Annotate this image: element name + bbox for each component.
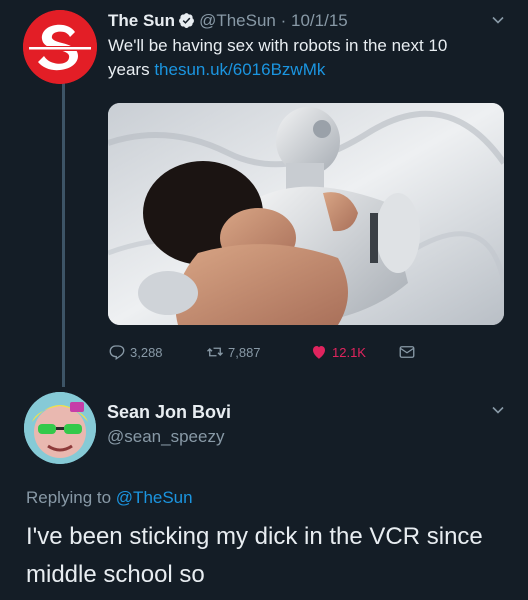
chevron-down-icon[interactable] [491,13,505,27]
tweet-date[interactable]: 10/1/15 [291,11,348,30]
reply-author-name[interactable]: Sean Jon Bovi [107,401,231,423]
separator-dot: · [280,11,287,30]
reply-icon [109,345,125,361]
profile-photo-illustration [24,392,96,464]
direct-message-button[interactable] [398,343,420,361]
tweet-header: The Sun @TheSun · 10/1/15 [108,10,348,32]
message-icon [399,346,415,358]
reply-button[interactable]: 3,288 [108,343,196,361]
photo-illustration [108,103,504,325]
tweet-link[interactable]: thesun.uk/6016BzwMk [154,60,325,79]
replying-mention[interactable]: @TheSun [116,488,193,507]
replying-prefix: Replying to [26,488,112,507]
tweet-actions: 3,288 7,887 12.1K [108,340,420,364]
replying-to-line: Replying to @TheSun [26,486,193,510]
author-name[interactable]: The Sun [108,11,175,30]
the-sun-avatar[interactable] [23,10,97,84]
sun-logo-icon [23,10,97,84]
tweet-media-photo[interactable] [108,103,504,325]
tweet-text: We'll be having sex with robots in the n… [108,34,488,82]
verified-badge-icon [179,13,194,28]
retweet-button[interactable]: 7,887 [206,343,292,361]
author-handle[interactable]: @TheSun [199,11,276,30]
like-button[interactable]: 12.1K [310,343,396,361]
retweet-count: 7,887 [228,344,261,360]
thread-connector [62,82,65,387]
reply-text: I've been sticking my dick in the VCR si… [26,523,483,588]
sean-avatar[interactable] [24,392,96,464]
retweet-icon [207,347,223,357]
like-count: 12.1K [332,344,366,360]
reply-count: 3,288 [130,344,163,360]
chevron-down-icon[interactable] [491,403,505,417]
reply-author-handle[interactable]: @sean_speezy [107,426,224,448]
heart-icon [313,346,325,359]
